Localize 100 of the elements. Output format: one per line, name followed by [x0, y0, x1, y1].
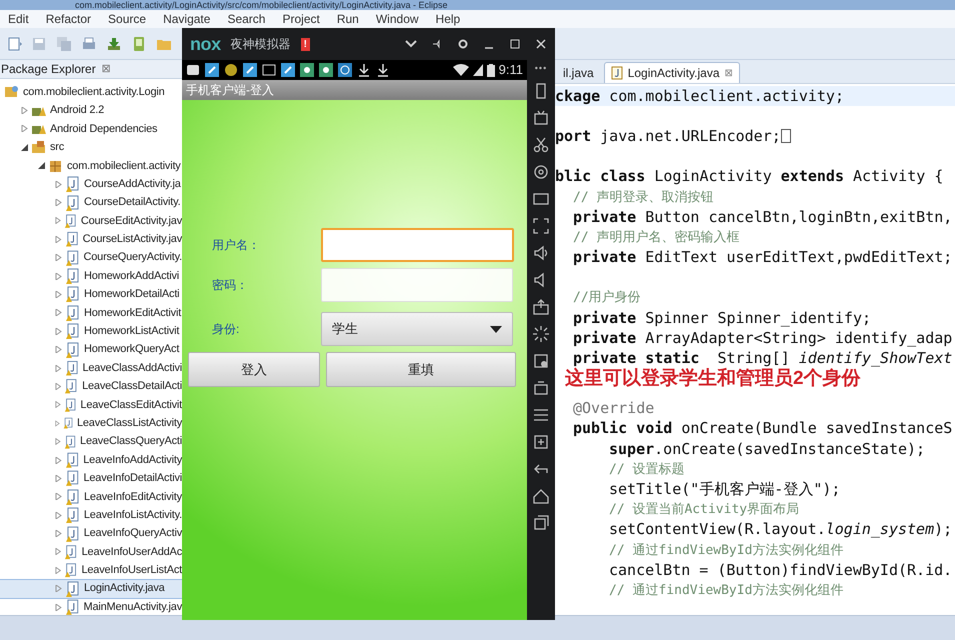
collapsed-arrow-icon — [55, 512, 62, 519]
menu-item[interactable]: Search — [227, 13, 266, 25]
editor-tab[interactable]: LoginActivity.java ⊠ — [604, 62, 740, 83]
tree-item[interactable]: LeaveClassEditActivit — [0, 396, 182, 414]
tree-item[interactable]: LeaveClassDetailActi — [0, 377, 182, 396]
editor-tab[interactable]: il.java — [557, 62, 600, 83]
menu-item[interactable]: Refactor — [46, 13, 92, 25]
maximize-icon[interactable] — [509, 38, 521, 50]
menu-item[interactable]: Edit — [8, 13, 29, 25]
collapsed-arrow-icon — [55, 272, 62, 280]
java-file-icon — [65, 342, 81, 358]
clock: 9:11 — [498, 61, 523, 80]
menu-item[interactable]: Run — [336, 13, 359, 25]
menu-item[interactable]: Navigate — [163, 13, 210, 25]
tree-item[interactable]: LeaveInfoQueryActiv — [0, 524, 182, 543]
collapsed-arrow-icon — [55, 493, 62, 500]
code-comment: // 通过findViewById方法实例化组件 — [608, 584, 844, 597]
tree-item[interactable]: CourseEditActivity.jav — [0, 212, 182, 230]
chevron-down-icon[interactable] — [405, 38, 417, 50]
loading-icon[interactable] — [532, 325, 550, 343]
tree-item[interactable]: CourseAddActivity.ja — [0, 174, 182, 194]
menu-item[interactable]: Project — [282, 13, 320, 25]
fullscreen-icon[interactable] — [532, 217, 550, 235]
app-icon — [205, 63, 219, 77]
tree-item[interactable]: HomeworkEditActivit — [0, 304, 182, 322]
tree-item[interactable]: LeaveClassAddActivi — [0, 358, 182, 378]
tree-item[interactable]: LeaveInfoAddActivity — [0, 450, 182, 470]
print-icon[interactable] — [81, 36, 97, 52]
download-icon — [357, 63, 371, 77]
more-button[interactable]: ••• — [534, 64, 548, 73]
tree-item[interactable]: CourseDetailActivity. — [0, 193, 182, 212]
download-icon[interactable] — [106, 36, 122, 52]
collapsed-arrow-icon — [55, 566, 62, 574]
tree-item[interactable]: CourseQueryActivity. — [0, 248, 182, 267]
app-title: 手机客户端-登入 — [186, 82, 274, 99]
code-line: port java.net.URLEncoder; — [555, 128, 781, 144]
tree-item[interactable]: LeaveClassListActivity — [0, 414, 182, 432]
tree-item[interactable]: CourseListActivity.jav — [0, 230, 182, 249]
menu-item[interactable]: Source — [108, 13, 146, 25]
collapsed-arrow-icon — [55, 456, 62, 464]
close-button[interactable]: ⊠ — [102, 64, 111, 74]
form-button[interactable]: 登入 — [188, 352, 320, 387]
tree-item[interactable]: HomeworkAddActivi — [0, 266, 182, 286]
code-line: private ArrayAdapter<String> identify_adap — [572, 330, 952, 346]
java-file-icon — [65, 286, 81, 302]
form-button[interactable]: 重填 — [326, 352, 516, 387]
new-file-icon[interactable] — [6, 36, 22, 52]
tree-item[interactable]: Android 2.2 — [0, 101, 182, 120]
expanded-arrow-icon — [38, 162, 45, 170]
collapsed-arrow-icon — [55, 438, 61, 446]
location-icon[interactable] — [532, 163, 550, 181]
tree-item[interactable]: MainMenuActivity.jav — [0, 598, 182, 616]
source-folder-icon — [31, 139, 47, 156]
code-line: private static String[] identify_ShowText — [572, 351, 952, 366]
java-file-icon — [64, 544, 79, 560]
java-file-icon — [64, 562, 78, 578]
settings-icon[interactable] — [457, 38, 469, 50]
tree-item[interactable]: HomeworkQueryAct — [0, 340, 182, 359]
code-line: @Override — [572, 401, 654, 416]
java-file-icon — [65, 323, 81, 340]
tree-item[interactable]: LeaveInfoListActivity. — [0, 506, 182, 524]
collapsed-arrow-icon — [55, 328, 62, 335]
role-dropdown[interactable]: 学生 — [321, 312, 513, 346]
collapsed-arrow-icon — [55, 254, 62, 262]
tree-item[interactable]: HomeworkDetailActi — [0, 285, 182, 304]
username-input[interactable] — [321, 228, 514, 262]
java-file-icon — [64, 250, 80, 266]
tree-item[interactable]: LeaveInfoDetailActivi — [0, 469, 182, 488]
tree-item[interactable]: LoginActivity.java — [0, 580, 182, 598]
tree-item[interactable]: src — [0, 138, 182, 157]
tree-item[interactable]: com.mobileclient.activity.Login — [0, 83, 182, 102]
tree-item[interactable]: HomeworkListActivit — [0, 322, 182, 340]
java-file-icon — [64, 452, 80, 468]
code-line: cancelBtn = (Button)findViewById(R.id. — [608, 562, 952, 578]
panel-title: Package Explorer — [1, 61, 96, 78]
logo: nox — [190, 35, 221, 53]
apk-icon[interactable] — [532, 298, 550, 316]
java-file-icon — [65, 194, 81, 211]
java-file-icon — [64, 507, 81, 524]
menu-item[interactable]: Window — [376, 13, 419, 25]
tree-item[interactable]: LeaveInfoUserAddAc — [0, 542, 182, 562]
volume-up-icon[interactable] — [532, 244, 550, 262]
java-file-icon — [64, 360, 80, 376]
tree-item[interactable]: LeaveInfoEditActivity — [0, 488, 182, 506]
collapsed-arrow-icon — [21, 125, 28, 132]
tree-item[interactable]: LeaveInfoUserListAct — [0, 561, 182, 580]
recent-apps-icon[interactable] — [532, 514, 550, 532]
scissors-icon[interactable] — [532, 136, 550, 154]
collapsed-arrow-icon — [55, 199, 62, 206]
home-icon[interactable] — [532, 487, 550, 505]
password-input[interactable] — [321, 268, 513, 302]
menu-item[interactable]: Help — [436, 13, 460, 25]
tree-item[interactable]: com.mobileclient.activity — [0, 156, 182, 175]
emulator-title: 夜神模拟器 — [230, 36, 291, 53]
tree-item[interactable]: LeaveClassQueryActi — [0, 432, 182, 451]
gamepad-icon — [319, 63, 333, 77]
download-icon — [376, 63, 390, 77]
close-icon[interactable] — [535, 38, 547, 50]
tree-item[interactable]: Android Dependencies — [0, 120, 182, 138]
collapsed-arrow-icon — [21, 107, 28, 114]
